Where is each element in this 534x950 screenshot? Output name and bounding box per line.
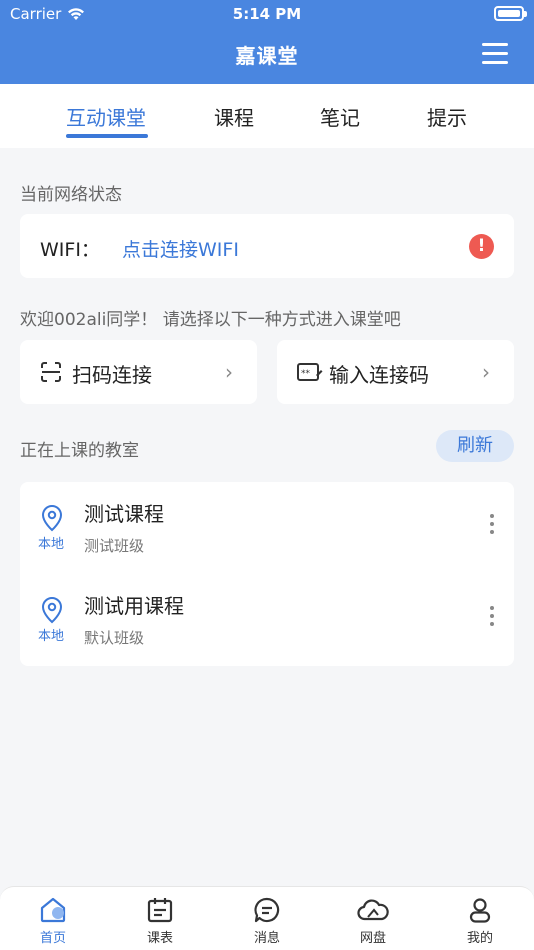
menu-button[interactable] bbox=[482, 43, 508, 65]
wifi-label: WIFI： bbox=[40, 239, 100, 261]
location-label: 本地 bbox=[38, 537, 65, 552]
classes-section-label: 正在上课的教室 bbox=[20, 441, 139, 461]
bottom-tab-bar: 首页 课表 消息 网盘 我的 bbox=[0, 886, 534, 950]
class-list: 本地 测试课程 测试班级 本地 测试用课程 默认班级 bbox=[20, 482, 514, 666]
refresh-button[interactable]: 刷新 bbox=[436, 430, 514, 462]
class-subtitle: 默认班级 bbox=[84, 629, 145, 647]
code-input-icon: ** bbox=[297, 363, 323, 381]
tabbar-label: 消息 bbox=[253, 931, 280, 946]
home-icon bbox=[40, 897, 66, 923]
enter-code-button[interactable]: ** 输入连接码 › bbox=[277, 340, 514, 404]
scan-connect-button[interactable]: 扫码连接 › bbox=[20, 340, 257, 404]
app-header: Carrier 5:14 PM 嘉课堂 bbox=[0, 0, 534, 84]
class-list-item[interactable]: 本地 测试课程 测试班级 bbox=[20, 482, 514, 574]
class-title: 测试用课程 bbox=[84, 594, 184, 618]
page-title: 嘉课堂 bbox=[235, 44, 299, 68]
location-pin-icon bbox=[41, 596, 63, 624]
cloud-icon bbox=[357, 899, 389, 921]
location-pin-icon bbox=[41, 504, 63, 532]
tabbar-label: 网盘 bbox=[359, 931, 386, 946]
welcome-text: 欢迎002ali同学！ 请选择以下一种方式进入课堂吧 bbox=[20, 310, 401, 330]
battery-icon bbox=[494, 6, 527, 21]
active-tab-indicator bbox=[66, 134, 148, 138]
enter-code-label: 输入连接码 bbox=[329, 363, 429, 387]
scan-icon bbox=[41, 362, 61, 382]
status-bar: Carrier 5:14 PM bbox=[0, 0, 534, 30]
more-options-icon[interactable] bbox=[490, 606, 494, 626]
chevron-right-icon: › bbox=[482, 360, 490, 384]
tabbar-item-profile[interactable]: 我的 bbox=[435, 897, 525, 946]
tabbar-label: 我的 bbox=[466, 931, 493, 946]
tabbar-item-messages[interactable]: 消息 bbox=[222, 897, 312, 946]
wifi-status-card[interactable]: WIFI： 点击连接WIFI ! bbox=[20, 214, 514, 278]
connect-wifi-link[interactable]: 点击连接WIFI bbox=[122, 235, 239, 262]
scan-connect-label: 扫码连接 bbox=[72, 363, 152, 387]
tabbar-item-cloud-drive[interactable]: 网盘 bbox=[328, 897, 418, 946]
class-subtitle: 测试班级 bbox=[84, 537, 145, 555]
tabbar-item-home[interactable]: 首页 bbox=[8, 897, 98, 946]
class-title: 测试课程 bbox=[84, 502, 164, 526]
chevron-right-icon: › bbox=[225, 360, 233, 384]
tab-interactive-class[interactable]: 互动课堂 bbox=[66, 102, 146, 131]
more-options-icon[interactable] bbox=[490, 514, 494, 534]
top-tabs: 互动课堂 课程 笔记 提示 bbox=[0, 84, 534, 148]
tabbar-label: 首页 bbox=[39, 931, 66, 946]
profile-icon bbox=[469, 898, 491, 923]
location-label: 本地 bbox=[38, 629, 65, 644]
tabbar-item-schedule[interactable]: 课表 bbox=[115, 897, 205, 946]
status-time: 5:14 PM bbox=[232, 5, 302, 23]
tabbar-label: 课表 bbox=[146, 931, 173, 946]
message-icon bbox=[254, 897, 280, 923]
tab-tips[interactable]: 提示 bbox=[427, 102, 467, 131]
svg-text:**: ** bbox=[301, 369, 311, 379]
tab-courses[interactable]: 课程 bbox=[214, 102, 254, 131]
calendar-icon bbox=[147, 898, 173, 923]
tab-notes[interactable]: 笔记 bbox=[320, 102, 360, 131]
alert-icon: ! bbox=[469, 234, 494, 259]
class-list-item[interactable]: 本地 测试用课程 默认班级 bbox=[20, 574, 514, 666]
network-section-label: 当前网络状态 bbox=[20, 185, 122, 205]
